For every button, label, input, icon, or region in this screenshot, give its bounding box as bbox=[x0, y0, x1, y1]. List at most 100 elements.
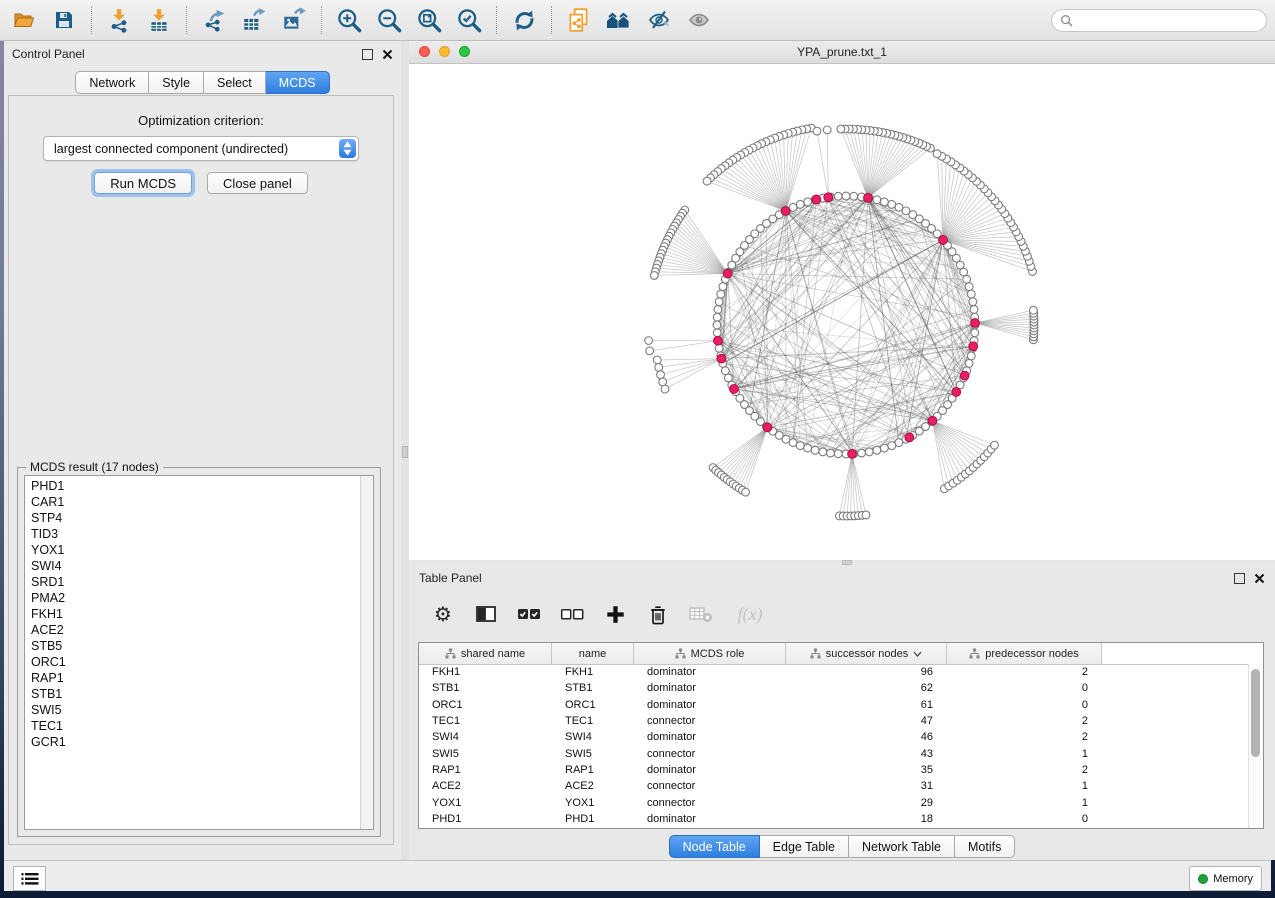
delete-column-button[interactable] bbox=[646, 602, 670, 626]
table-row[interactable]: FKH1FKH1dominator962 bbox=[419, 664, 1249, 680]
network-node[interactable] bbox=[819, 448, 827, 456]
network-node[interactable] bbox=[714, 306, 722, 314]
network-node[interactable] bbox=[888, 200, 896, 208]
table-row[interactable]: RAP1RAP1dominator352 bbox=[419, 762, 1249, 778]
network-node[interactable] bbox=[933, 150, 941, 158]
network-node[interactable] bbox=[796, 200, 804, 208]
minimize-window-icon[interactable] bbox=[439, 46, 450, 57]
network-node[interactable] bbox=[895, 203, 903, 211]
open-file-button[interactable] bbox=[4, 4, 44, 36]
memory-button[interactable]: Memory bbox=[1189, 866, 1262, 891]
network-node[interactable] bbox=[865, 448, 873, 456]
network-node[interactable] bbox=[713, 321, 721, 329]
mcds-dominator-node[interactable] bbox=[971, 319, 980, 328]
mcds-result-item[interactable]: STP4 bbox=[25, 510, 359, 526]
mcds-result-item[interactable]: ORC1 bbox=[25, 654, 359, 670]
network-node[interactable] bbox=[804, 198, 812, 206]
delete-table-button[interactable] bbox=[689, 602, 713, 626]
save-session-button[interactable] bbox=[44, 4, 84, 36]
network-node[interactable] bbox=[827, 449, 835, 457]
network-node[interactable] bbox=[653, 356, 661, 364]
mcds-result-item[interactable]: GCR1 bbox=[25, 734, 359, 750]
mcds-result-item[interactable]: ACE2 bbox=[25, 622, 359, 638]
splitter-grip[interactable] bbox=[402, 446, 408, 458]
network-node[interactable] bbox=[834, 192, 842, 200]
network-node[interactable] bbox=[967, 352, 975, 360]
network-node[interactable] bbox=[1030, 306, 1038, 314]
import-table-button[interactable] bbox=[139, 4, 179, 36]
apply-layout-button[interactable] bbox=[504, 4, 544, 36]
mcds-result-item[interactable]: YOX1 bbox=[25, 542, 359, 558]
vertical-splitter[interactable] bbox=[401, 41, 409, 860]
mcds-dominator-node[interactable] bbox=[939, 236, 948, 245]
export-table-button[interactable] bbox=[234, 4, 274, 36]
select-all-rows-button[interactable] bbox=[517, 602, 541, 626]
network-node[interactable] bbox=[715, 344, 723, 352]
table-row[interactable]: YOX1YOX1connector291 bbox=[419, 794, 1249, 810]
network-node[interactable] bbox=[834, 450, 842, 458]
network-node[interactable] bbox=[713, 313, 721, 321]
mcds-result-item[interactable]: RAP1 bbox=[25, 670, 359, 686]
network-node[interactable] bbox=[717, 290, 725, 298]
network-node[interactable] bbox=[967, 290, 975, 298]
float-panel-icon[interactable] bbox=[1234, 573, 1245, 584]
network-node[interactable] bbox=[823, 126, 831, 134]
network-node[interactable] bbox=[965, 283, 973, 291]
maximize-window-icon[interactable] bbox=[459, 46, 470, 57]
hide-selected-button[interactable] bbox=[639, 4, 679, 36]
float-panel-icon[interactable] bbox=[362, 49, 373, 60]
mcds-dominator-node[interactable] bbox=[717, 354, 726, 363]
mcds-dominator-node[interactable] bbox=[812, 195, 821, 204]
mcds-dominator-node[interactable] bbox=[714, 336, 723, 345]
new-network-from-selection-button[interactable] bbox=[559, 4, 599, 36]
close-window-icon[interactable] bbox=[419, 46, 430, 57]
network-node[interactable] bbox=[713, 329, 721, 337]
close-panel-icon[interactable] bbox=[382, 49, 393, 60]
network-node[interactable] bbox=[858, 449, 866, 457]
network-node[interactable] bbox=[842, 192, 850, 200]
mcds-dominator-node[interactable] bbox=[928, 416, 937, 425]
network-node[interactable] bbox=[880, 444, 888, 452]
mcds-dominator-node[interactable] bbox=[730, 385, 739, 394]
export-image-button[interactable] bbox=[274, 4, 314, 36]
network-node[interactable] bbox=[703, 177, 711, 185]
table-tab-network-table[interactable]: Network Table bbox=[849, 835, 955, 858]
network-node[interactable] bbox=[715, 298, 723, 306]
network-graph[interactable] bbox=[409, 64, 1275, 560]
close-panel-icon[interactable] bbox=[1254, 573, 1265, 584]
mcds-dominator-node[interactable] bbox=[905, 433, 914, 442]
table-row[interactable]: PHD1PHD1dominator180 bbox=[419, 811, 1249, 827]
zoom-out-button[interactable] bbox=[369, 4, 409, 36]
network-node[interactable] bbox=[804, 444, 812, 452]
network-node[interactable] bbox=[850, 192, 858, 200]
network-node[interactable] bbox=[880, 198, 888, 206]
network-node[interactable] bbox=[655, 363, 663, 371]
mcds-result-item[interactable]: SRD1 bbox=[25, 574, 359, 590]
mcds-dominator-node[interactable] bbox=[864, 193, 873, 202]
export-network-button[interactable] bbox=[194, 4, 234, 36]
network-node[interactable] bbox=[971, 329, 979, 337]
table-tab-edge-table[interactable]: Edge Table bbox=[760, 835, 849, 858]
control-tab-mcds[interactable]: MCDS bbox=[266, 71, 330, 94]
mcds-result-item[interactable]: TID3 bbox=[25, 526, 359, 542]
mcds-result-item[interactable]: PMA2 bbox=[25, 590, 359, 606]
mcds-result-item[interactable]: STB5 bbox=[25, 638, 359, 654]
table-columns-button[interactable] bbox=[474, 602, 498, 626]
network-node[interactable] bbox=[873, 196, 881, 204]
table-row[interactable]: STB1STB1dominator620 bbox=[419, 680, 1249, 696]
import-network-button[interactable] bbox=[99, 4, 139, 36]
network-node[interactable] bbox=[811, 446, 819, 454]
zoom-fit-button[interactable] bbox=[409, 4, 449, 36]
add-column-button[interactable] bbox=[603, 602, 627, 626]
network-node[interactable] bbox=[789, 439, 797, 447]
network-node[interactable] bbox=[719, 283, 727, 291]
task-history-button[interactable] bbox=[13, 866, 46, 891]
mcds-dominator-node[interactable] bbox=[723, 269, 732, 278]
network-node[interactable] bbox=[965, 359, 973, 367]
network-node[interactable] bbox=[991, 441, 999, 449]
mcds-dominator-node[interactable] bbox=[824, 193, 833, 202]
mcds-result-item[interactable]: SWI4 bbox=[25, 558, 359, 574]
network-window-titlebar[interactable]: YPA_prune.txt_1 bbox=[409, 41, 1275, 64]
network-node[interactable] bbox=[657, 371, 665, 379]
network-node[interactable] bbox=[888, 442, 896, 450]
